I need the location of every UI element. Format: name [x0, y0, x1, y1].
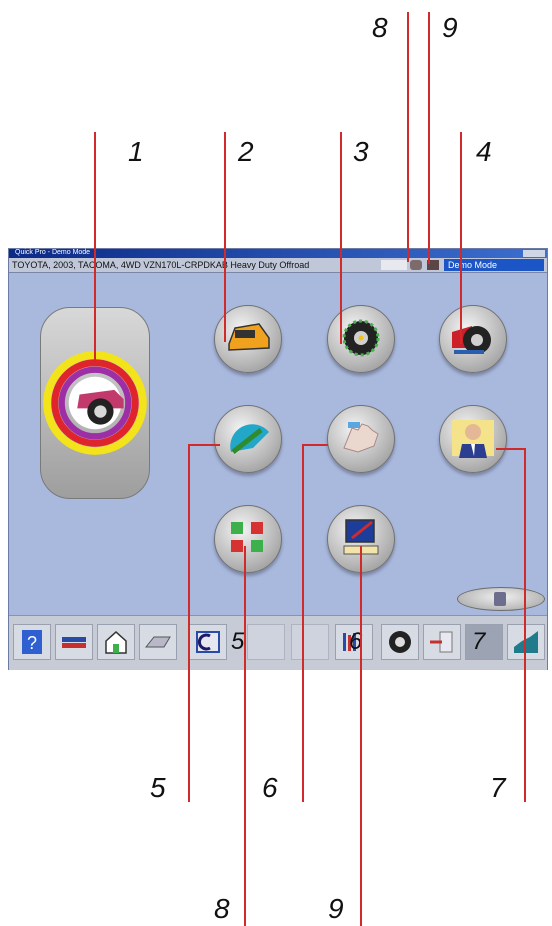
- leader-6: [302, 444, 304, 802]
- checklist-button[interactable]: [214, 505, 282, 573]
- vehicle-wheel-button[interactable]: [439, 305, 507, 373]
- callout-8-top: 8: [372, 12, 388, 43]
- leader-5: [188, 444, 190, 802]
- leader-4: [460, 132, 462, 344]
- leader-9-top: [428, 12, 430, 264]
- application-window: Quick Pro - Demo Mode TOYOTA, 2003, TACO…: [8, 248, 548, 670]
- status-icon-8[interactable]: [410, 260, 422, 270]
- graph-icon: [514, 631, 538, 653]
- callout-9-top: 9: [442, 12, 458, 43]
- operator-button[interactable]: [439, 405, 507, 473]
- home-icon: [105, 630, 127, 654]
- target-icon: [389, 631, 411, 653]
- mode-indicator: Demo Mode: [444, 259, 544, 271]
- enter-icon: [430, 631, 453, 653]
- callout-8-bottom: 8: [214, 893, 230, 924]
- leader-7: [524, 448, 526, 802]
- back-button[interactable]: [189, 624, 227, 660]
- leader-7-h: [496, 448, 526, 450]
- callout-1: 1: [128, 136, 144, 167]
- tire-measure-button[interactable]: [327, 305, 395, 373]
- next-button[interactable]: [423, 624, 461, 660]
- car-wheel-icon: [452, 326, 491, 354]
- help-icon: ?: [22, 630, 42, 654]
- specs-toolbar-button[interactable]: [55, 624, 93, 660]
- protractor-icon: [230, 424, 269, 454]
- home-button[interactable]: [97, 624, 135, 660]
- bottom-toolbar: ? 5 6 7: [9, 615, 547, 670]
- toolbar-disabled-2[interactable]: [291, 624, 329, 660]
- callout-7: 7: [490, 772, 506, 803]
- leader-1: [94, 132, 96, 364]
- graph-button[interactable]: [507, 624, 545, 660]
- back-page-icon: [196, 631, 220, 653]
- wheel-target-button[interactable]: [381, 624, 419, 660]
- window-controls[interactable]: [523, 250, 545, 257]
- angle-measure-button[interactable]: [214, 405, 282, 473]
- hand-help-button[interactable]: [327, 405, 395, 473]
- callout-9-bottom: 9: [328, 893, 344, 924]
- tire-icon: [342, 319, 380, 357]
- toolbar-disabled-1[interactable]: [247, 624, 285, 660]
- title-bar: Quick Pro - Demo Mode: [9, 249, 547, 258]
- print-button[interactable]: [139, 624, 177, 660]
- window-title: Quick Pro - Demo Mode: [15, 249, 91, 256]
- leader-6-h: [302, 444, 328, 446]
- printer-icon: [144, 636, 171, 648]
- toolbar-callout-7: 7: [472, 628, 486, 655]
- callout-3: 3: [353, 136, 369, 167]
- checklist-icon: [231, 522, 263, 552]
- person-icon: [452, 420, 494, 458]
- help-button[interactable]: ?: [13, 624, 51, 660]
- leader-5-h: [188, 444, 220, 446]
- specs-bar-icon: [62, 637, 86, 648]
- callout-2: 2: [238, 136, 254, 167]
- leader-8-bottom: [244, 546, 246, 926]
- status-slot: [381, 260, 407, 270]
- toolbar-slot-7: 7: [465, 624, 503, 660]
- leader-8-top: [407, 12, 409, 262]
- exit-door-icon: [494, 592, 506, 606]
- vehicle-info-bar: TOYOTA, 2003, TACOMA, 4WD VZN170L-CRPDKA…: [9, 258, 547, 273]
- callout-6: 6: [262, 772, 278, 803]
- svg-text:?: ?: [27, 633, 37, 653]
- leader-9-bottom: [360, 546, 362, 926]
- hand-icon: [343, 422, 379, 453]
- car-front-icon: [228, 323, 270, 351]
- leader-2: [224, 132, 226, 342]
- callout-5: 5: [150, 772, 166, 803]
- exit-button[interactable]: [457, 587, 545, 611]
- vehicle-description: TOYOTA, 2003, TACOMA, 4WD VZN170L-CRPDKA…: [12, 260, 310, 270]
- leader-3: [340, 132, 342, 344]
- toolbar-callout-5: 5: [231, 628, 245, 655]
- callout-4: 4: [476, 136, 492, 167]
